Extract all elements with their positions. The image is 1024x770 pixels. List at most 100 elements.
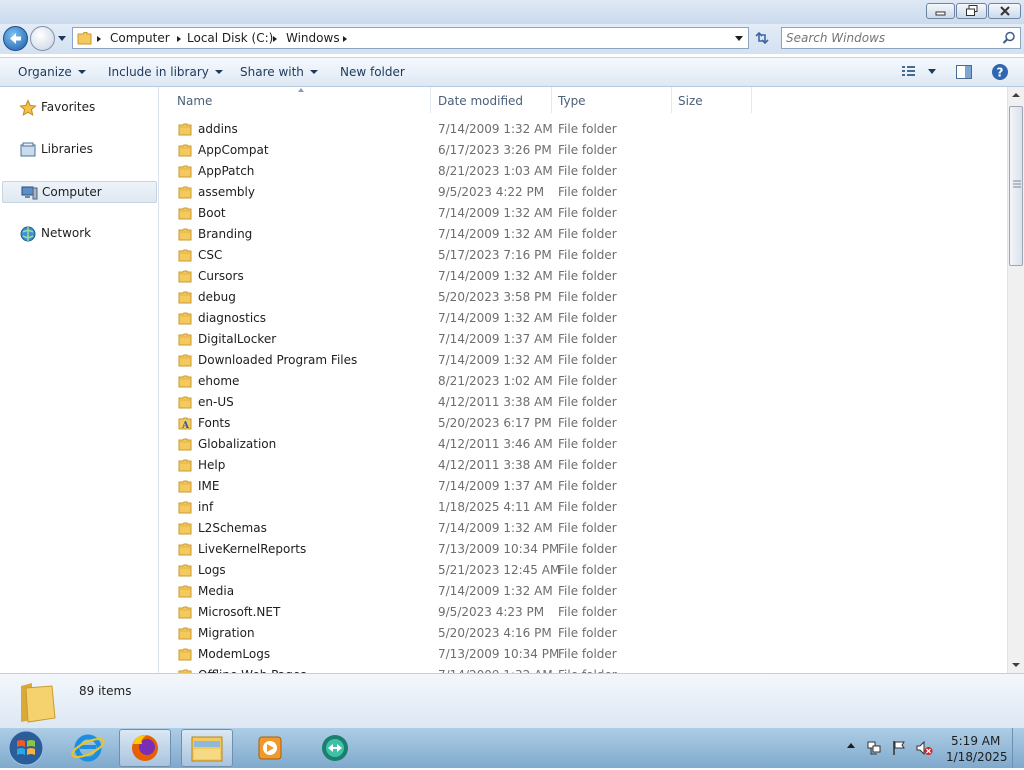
table-row[interactable]: addins 7/14/2009 1:32 AM File folder [159,119,1007,140]
breadcrumb-windows[interactable]: Windows [286,31,340,45]
breadcrumb-computer[interactable]: Computer [110,31,170,45]
recent-pages-dropdown[interactable] [58,36,66,41]
table-row[interactable]: diagnostics 7/14/2009 1:32 AM File folder [159,308,1007,329]
scrollbar-thumb[interactable] [1009,106,1023,266]
search-input[interactable] [786,30,991,46]
restore-button[interactable] [956,3,987,19]
refresh-button[interactable] [751,27,773,49]
table-row[interactable]: assembly 9/5/2023 4:22 PM File folder [159,182,1007,203]
table-row[interactable]: Help 4/12/2011 3:38 AM File folder [159,455,1007,476]
table-row[interactable]: Microsoft.NET 9/5/2023 4:23 PM File folder [159,602,1007,623]
file-name: Microsoft.NET [198,605,281,619]
nav-favorites[interactable]: Favorites [2,97,157,119]
minimize-button[interactable] [926,3,955,19]
volume-muted-icon[interactable] [915,740,933,756]
restore-icon [965,5,977,16]
back-button[interactable] [3,26,28,51]
table-row[interactable]: Migration 5/20/2023 4:16 PM File folder [159,623,1007,644]
table-row[interactable]: LiveKernelReports 7/13/2009 10:34 PM File … [159,539,1007,560]
share-with-button[interactable]: Share with [240,65,318,79]
table-row[interactable]: Cursors 7/14/2009 1:32 AM File folder [159,266,1007,287]
file-type: File folder [558,143,617,157]
network-tray-icon[interactable] [866,740,882,756]
show-hidden-icons-button[interactable] [847,743,855,748]
close-button[interactable] [988,3,1021,19]
file-type: File folder [558,479,617,493]
preview-pane-button[interactable] [955,64,975,80]
table-row[interactable]: Globalization 4/12/2011 3:46 AM File folde… [159,434,1007,455]
table-row[interactable]: Media 7/14/2009 1:32 AM File folder [159,581,1007,602]
folder-icon [178,353,192,370]
forward-button[interactable] [30,26,55,51]
column-header-date-modified[interactable]: Date modified [432,87,552,113]
table-row[interactable]: inf 1/18/2025 4:11 AM File folder [159,497,1007,518]
nav-computer[interactable]: Computer [2,181,157,203]
table-row[interactable]: A Fonts 5/20/2023 6:17 PM File folder [159,413,1007,434]
media-player-icon [258,736,282,760]
include-in-library-button[interactable]: Include in library [108,65,223,79]
breadcrumb-separator[interactable] [97,36,101,42]
folder-icon [178,374,192,391]
nav-network-label: Network [41,226,92,240]
column-header-size[interactable]: Size [672,87,752,113]
vertical-scrollbar[interactable] [1007,87,1024,673]
organize-button[interactable]: Organize [18,65,86,79]
table-row[interactable]: Logs 5/21/2023 12:45 AM File folder [159,560,1007,581]
table-row[interactable]: debug 5/20/2023 3:58 PM File folder [159,287,1007,308]
table-row[interactable]: ModemLogs 7/13/2009 10:34 PM File folder [159,644,1007,665]
address-history-dropdown[interactable] [735,36,743,41]
folder-icon [178,584,192,601]
file-date-modified: 5/17/2023 7:16 PM [438,248,552,262]
breadcrumb-separator[interactable] [177,36,181,42]
table-row[interactable]: AppCompat 6/17/2023 3:26 PM File folder [159,140,1007,161]
new-folder-button[interactable]: New folder [340,65,405,79]
table-row[interactable]: Downloaded Program Files 7/14/2009 1:32 A… [159,350,1007,371]
change-view-button[interactable] [900,64,940,80]
table-row[interactable]: Boot 7/14/2009 1:32 AM File folder [159,203,1007,224]
breadcrumb-separator[interactable] [343,36,347,42]
column-header-name[interactable]: Name [171,87,431,113]
windows-start-icon [8,730,44,766]
breadcrumb-separator[interactable] [273,36,277,42]
folder-icon [178,185,192,202]
taskbar-teamviewer[interactable] [309,729,361,767]
scroll-down-arrow-icon[interactable] [1011,661,1021,669]
file-type: File folder [558,269,617,283]
folder-icon [178,227,192,244]
nav-network[interactable]: Network [2,223,157,245]
column-headers: Name Date modified Type Size [159,87,1007,113]
folder-icon [178,500,192,517]
file-name: AppCompat [198,143,269,157]
taskbar-firefox[interactable] [119,729,171,767]
scroll-up-arrow-icon[interactable] [1011,91,1021,99]
table-row[interactable]: IME 7/14/2009 1:37 AM File folder [159,476,1007,497]
taskbar-windows-explorer[interactable] [181,729,233,767]
table-row[interactable]: en-US 4/12/2011 3:38 AM File folder [159,392,1007,413]
file-type: File folder [558,437,617,451]
chevron-down-icon [214,70,223,74]
table-row[interactable]: Branding 7/14/2009 1:32 AM File folder [159,224,1007,245]
file-type: File folder [558,164,617,178]
help-button[interactable]: ? [991,63,1009,81]
file-type: File folder [558,584,617,598]
action-center-flag-icon[interactable] [891,740,907,756]
nav-libraries[interactable]: Libraries [2,139,157,161]
refresh-icon [755,31,769,45]
breadcrumb-local-disk[interactable]: Local Disk (C:) [187,31,273,45]
taskbar-internet-explorer[interactable] [62,729,114,767]
table-row[interactable]: ehome 8/21/2023 1:02 AM File folder [159,371,1007,392]
column-header-type[interactable]: Type [552,87,672,113]
preview-pane-icon [956,65,972,79]
table-row[interactable]: AppPatch 8/21/2023 1:03 AM File folder [159,161,1007,182]
table-row[interactable]: CSC 5/17/2023 7:16 PM File folder [159,245,1007,266]
taskbar-media-player[interactable] [245,729,297,767]
show-desktop-button[interactable] [1012,728,1024,768]
file-name: Help [198,458,226,472]
table-row[interactable]: Offline Web Pages7/14/2009 1:32 AMFile f… [159,665,1007,673]
start-button[interactable] [6,729,46,767]
table-row[interactable]: L2Schemas 7/14/2009 1:32 AM File folder [159,518,1007,539]
search-box[interactable] [781,27,1021,49]
help-icon: ? [992,64,1008,80]
address-bar[interactable]: Computer Local Disk (C:) Windows [72,27,749,49]
table-row[interactable]: DigitalLocker 7/14/2009 1:37 AM File folde… [159,329,1007,350]
